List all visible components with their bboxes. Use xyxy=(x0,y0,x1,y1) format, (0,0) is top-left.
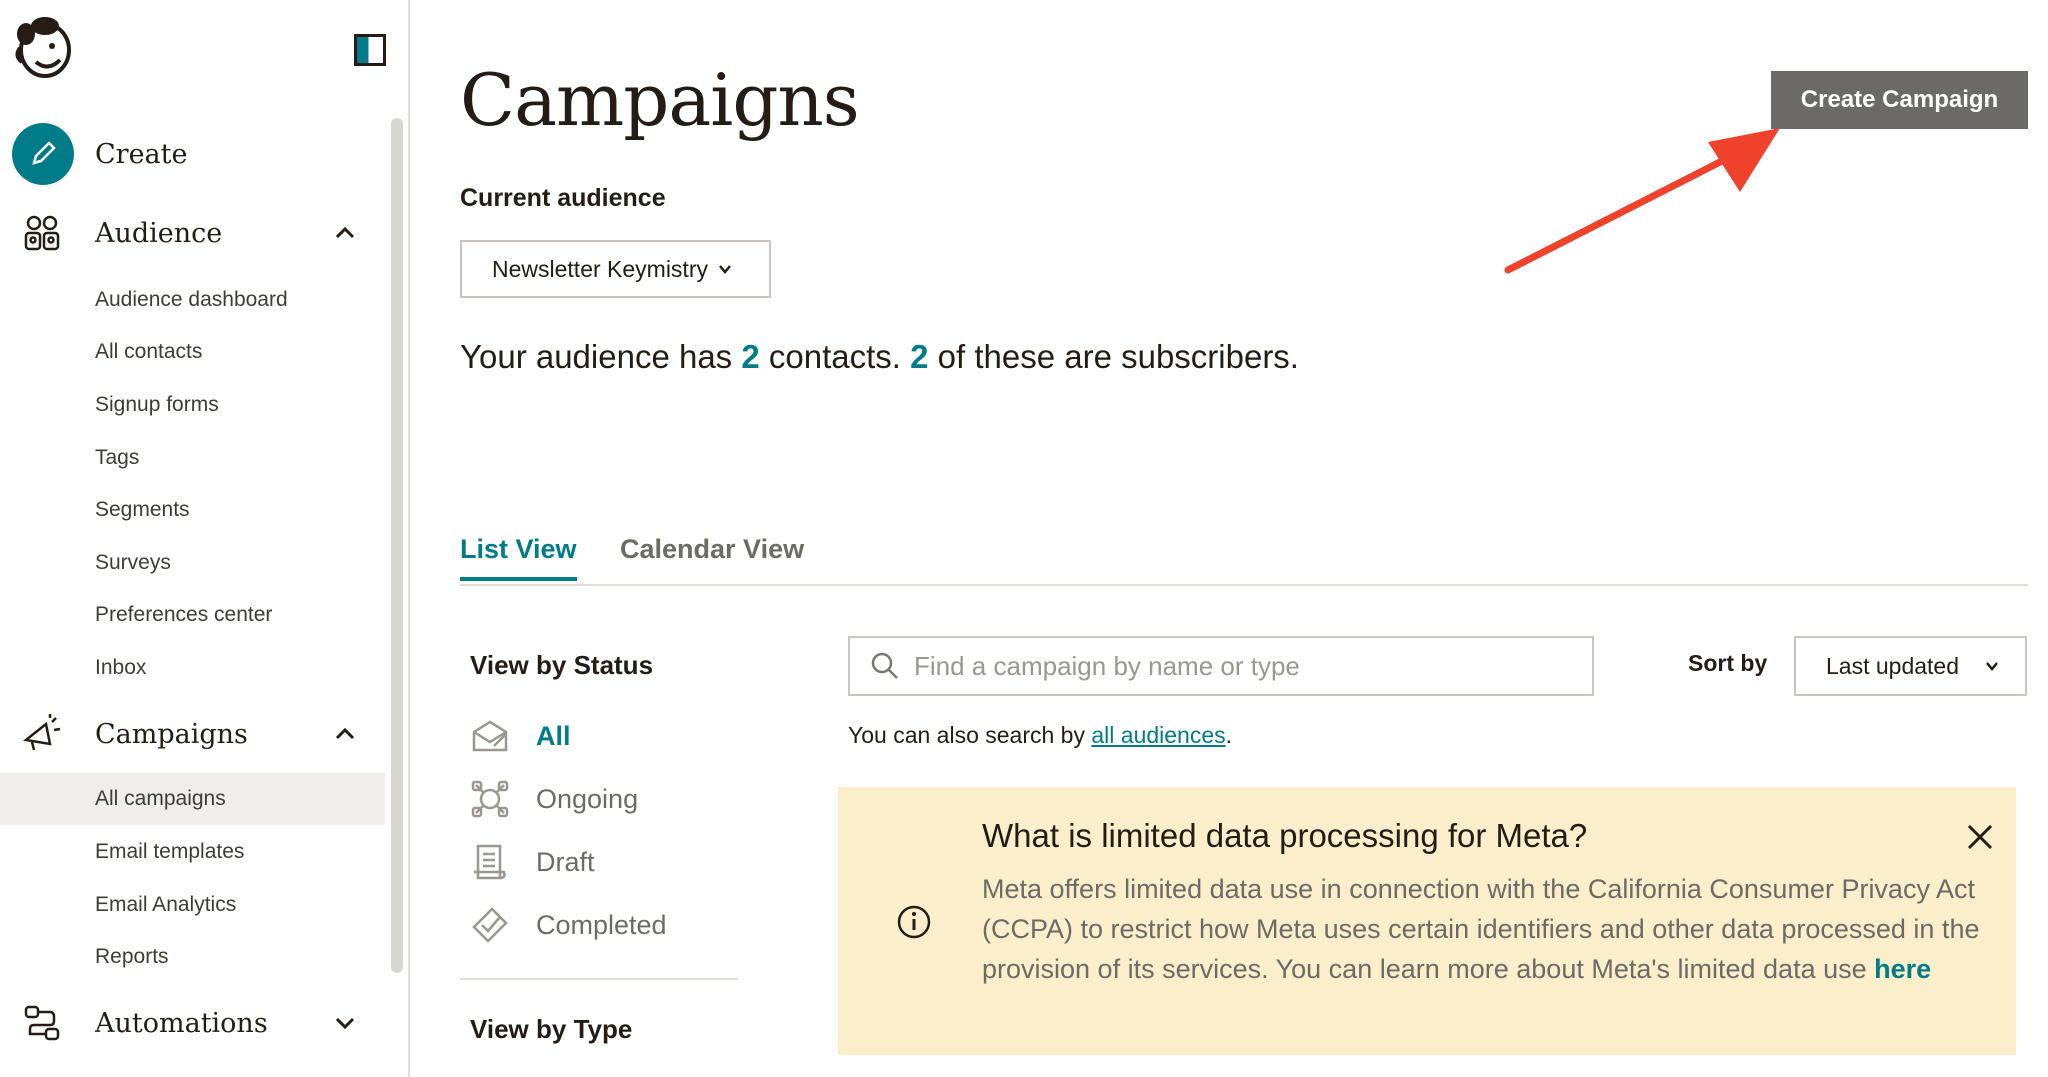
sidebar-item-inbox[interactable]: Inbox xyxy=(0,642,385,694)
audience-stats-text: of these are subscribers. xyxy=(928,338,1299,375)
pencil-icon xyxy=(12,123,74,185)
audience-icon xyxy=(18,209,66,257)
status-filter-draft[interactable]: Draft xyxy=(470,840,595,884)
sort-dropdown-value: Last updated xyxy=(1826,652,1960,679)
notice-body-text: Meta offers limited data use in connecti… xyxy=(982,874,1980,984)
search-note-text: You can also search by xyxy=(848,722,1092,748)
sidebar-item-tags[interactable]: Tags xyxy=(0,432,385,484)
audience-stats: Your audience has 2 contacts. 2 of these… xyxy=(460,338,1299,376)
search-note: You can also search by all audiences. xyxy=(848,722,1232,749)
sidebar-item-segments[interactable]: Segments xyxy=(0,484,385,536)
sidebar-item-label: Inbox xyxy=(95,656,147,679)
chevron-up-icon[interactable] xyxy=(332,721,358,747)
sidebar-item-label: Segments xyxy=(95,498,190,521)
audience-dropdown-value: Newsletter Keymistry xyxy=(492,255,708,282)
status-filter-label: Completed xyxy=(536,909,667,940)
sidebar-item-label: Reports xyxy=(95,945,169,968)
sidebar-item-label: Create xyxy=(95,138,188,170)
status-filter-ongoing[interactable]: Ongoing xyxy=(470,777,638,821)
audience-stats-text: Your audience has xyxy=(460,338,742,375)
view-by-type-heading: View by Type xyxy=(470,1014,633,1044)
sidebar: Create Audience Audience dashboard All c… xyxy=(0,0,410,1077)
sidebar-item-signup-forms[interactable]: Signup forms xyxy=(0,379,385,431)
sort-dropdown[interactable]: Last updated xyxy=(1794,636,2027,696)
chevron-down-icon[interactable] xyxy=(332,1010,358,1036)
audience-dropdown[interactable]: Newsletter Keymistry xyxy=(460,240,771,298)
chevron-up-icon[interactable] xyxy=(332,220,358,246)
campaign-search-box[interactable] xyxy=(848,636,1594,696)
sidebar-item-all-contacts[interactable]: All contacts xyxy=(0,326,385,378)
sidebar-item-surveys[interactable]: Surveys xyxy=(0,537,385,589)
page-title: Campaigns xyxy=(460,58,860,142)
sidebar-item-label: Signup forms xyxy=(95,393,219,416)
sidebar-item-reports[interactable]: Reports xyxy=(0,931,385,983)
search-note-text: . xyxy=(1225,722,1233,748)
sidebar-item-audience-dashboard[interactable]: Audience dashboard xyxy=(0,274,385,326)
create-campaign-button[interactable]: Create Campaign xyxy=(1771,71,2028,129)
chevron-down-icon xyxy=(1986,662,1998,671)
sidebar-item-label: Tags xyxy=(95,446,140,469)
status-filter-label: Ongoing xyxy=(536,783,639,814)
sidebar-item-campaigns[interactable]: Campaigns xyxy=(0,702,385,766)
sidebar-item-label: Audience dashboard xyxy=(95,288,288,311)
all-campaigns-icon xyxy=(472,720,508,752)
sidebar-item-label: Automations xyxy=(95,1007,268,1039)
sidebar-item-email-templates[interactable]: Email templates xyxy=(0,826,385,878)
status-filter-all[interactable]: All xyxy=(470,714,571,758)
notice-here-link[interactable]: here xyxy=(1874,954,1931,984)
tab-calendar-view[interactable]: Calendar View xyxy=(620,534,804,577)
chevron-down-icon xyxy=(719,265,731,274)
sidebar-item-preferences-center[interactable]: Preferences center xyxy=(0,589,385,641)
sidebar-scrollbar[interactable] xyxy=(391,118,403,973)
notice-body: Meta offers limited data use in connecti… xyxy=(982,869,1982,989)
sidebar-item-label: Surveys xyxy=(95,551,171,574)
sidebar-item-audience[interactable]: Audience xyxy=(0,201,385,265)
sidebar-item-label: All contacts xyxy=(95,340,203,363)
search-icon xyxy=(871,652,898,679)
status-filter-label: All xyxy=(536,720,571,751)
main-content: Campaigns Create Campaign Current audien… xyxy=(412,0,2048,1077)
sidebar-item-label: Audience xyxy=(95,217,223,249)
view-by-status-heading: View by Status xyxy=(470,650,654,680)
megaphone-icon xyxy=(18,710,66,758)
red-arrow-annotation-icon xyxy=(1504,128,1780,274)
close-icon[interactable] xyxy=(1966,823,1994,851)
sidebar-item-label: Email Analytics xyxy=(95,893,237,916)
tab-list-view[interactable]: List View xyxy=(460,534,577,581)
sidebar-collapse-toggle-icon[interactable] xyxy=(354,34,386,66)
automations-icon xyxy=(18,999,66,1047)
subscribers-count[interactable]: 2 xyxy=(910,338,928,375)
draft-icon xyxy=(474,844,506,880)
view-tabs: List View Calendar View xyxy=(460,534,2028,586)
sidebar-item-automations[interactable]: Automations xyxy=(0,991,385,1055)
filter-divider xyxy=(460,978,738,980)
info-icon xyxy=(897,905,931,939)
status-filter-completed[interactable]: Completed xyxy=(470,903,667,947)
notice-title: What is limited data processing for Meta… xyxy=(982,817,1588,854)
sidebar-item-create[interactable]: Create xyxy=(0,122,385,186)
completed-icon xyxy=(472,907,508,943)
audience-stats-text: contacts. xyxy=(759,338,911,375)
sort-by-label: Sort by xyxy=(1688,650,1768,676)
sidebar-item-email-analytics[interactable]: Email Analytics xyxy=(0,879,385,931)
sidebar-item-all-campaigns[interactable]: All campaigns xyxy=(0,773,385,825)
sidebar-item-label: Campaigns xyxy=(95,718,248,750)
sidebar-item-label: All campaigns xyxy=(95,787,226,810)
all-audiences-link[interactable]: all audiences xyxy=(1091,722,1225,748)
sidebar-item-label: Email templates xyxy=(95,840,245,863)
mailchimp-logo-icon[interactable] xyxy=(12,14,76,80)
current-audience-label: Current audience xyxy=(460,184,666,212)
campaign-search-input[interactable] xyxy=(914,650,1574,682)
sidebar-item-label: Preferences center xyxy=(95,603,273,626)
status-filter-label: Draft xyxy=(536,846,595,877)
contacts-count[interactable]: 2 xyxy=(741,338,759,375)
ongoing-icon xyxy=(471,780,509,818)
meta-data-notice: What is limited data processing for Meta… xyxy=(838,787,2016,1055)
